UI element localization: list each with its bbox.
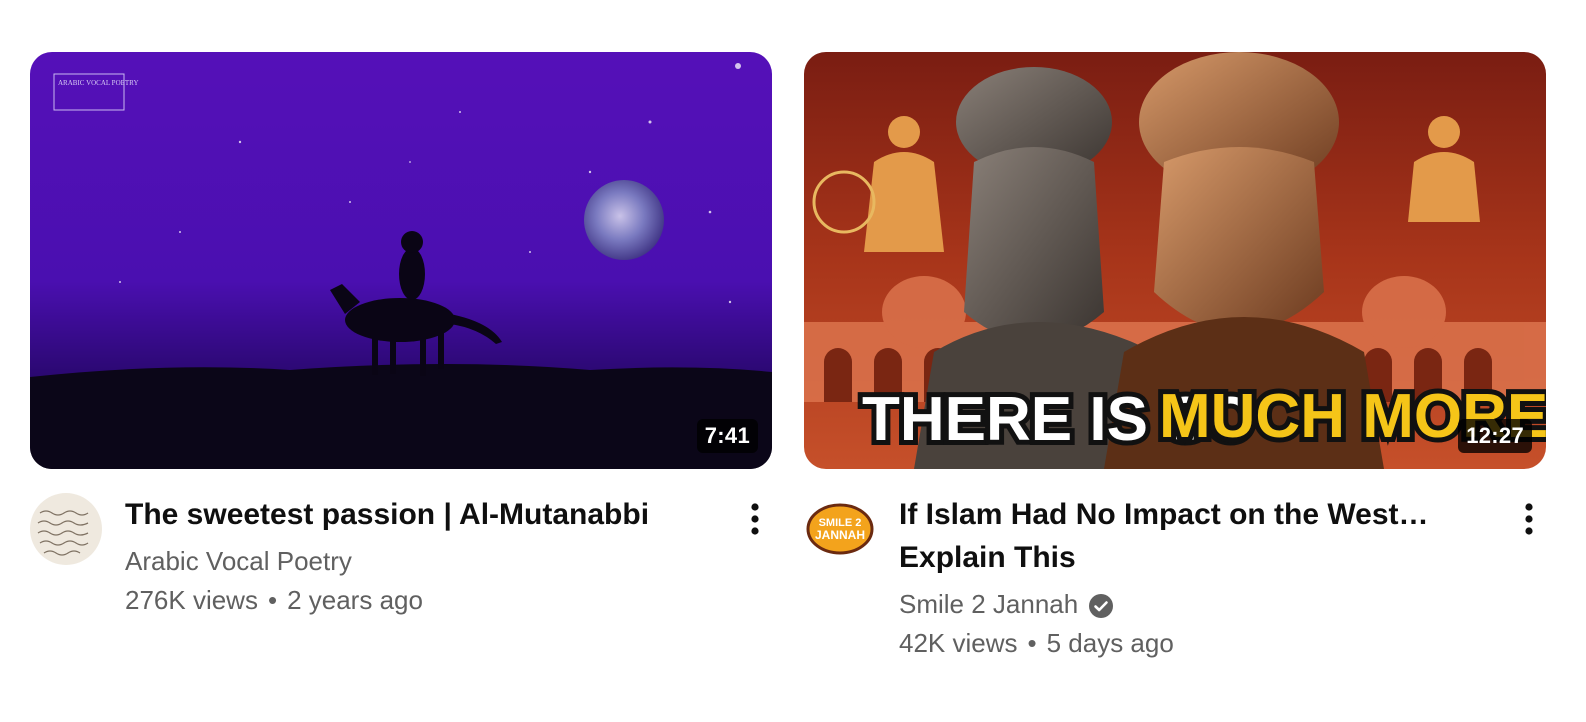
channel-name[interactable]: Smile 2 Jannah [899, 585, 1459, 623]
view-count: 42K views [899, 628, 1018, 658]
more-actions-button[interactable] [1512, 499, 1546, 539]
video-duration: 7:41 [696, 419, 758, 453]
channel-name[interactable]: Arabic Vocal Poetry [125, 542, 685, 580]
video-text: The sweetest passion | Al-Mutanabbi Arab… [125, 493, 685, 620]
svg-text:ARABIC VOCAL POETRY: ARABIC VOCAL POETRY [58, 79, 139, 87]
channel-name-label: Smile 2 Jannah [899, 589, 1079, 619]
video-details: SMILE 2 JANNAH If Islam Had No Impact on… [804, 493, 1546, 673]
smile2jannah-logo-icon: SMILE 2 JANNAH [804, 493, 876, 565]
video-details: The sweetest passion | Al-Mutanabbi Arab… [30, 493, 772, 673]
video-thumbnail[interactable]: THERE IS SO THERE IS SO MUCH MORE! MUCH … [804, 52, 1546, 469]
video-duration: 12:27 [1458, 419, 1532, 453]
verified-badge-icon [1088, 591, 1114, 618]
upload-age: 5 days ago [1046, 628, 1174, 658]
video-stats: 276K views • 2 years ago [125, 580, 685, 620]
video-card: THERE IS SO THERE IS SO MUCH MORE! MUCH … [804, 52, 1546, 673]
video-stats: 42K views • 5 days ago [899, 623, 1459, 663]
thumbnail-image-night-rider: ARABIC VOCAL POETRY [30, 52, 772, 469]
separator-dot: • [267, 585, 278, 615]
vertical-ellipsis-icon [751, 503, 759, 535]
more-actions-button[interactable] [738, 499, 772, 539]
channel-avatar[interactable]: SMILE 2 JANNAH [804, 493, 876, 565]
thumbnail-image-scholars: THERE IS SO THERE IS SO MUCH MORE! MUCH … [804, 52, 1546, 469]
view-count: 276K views [125, 585, 258, 615]
video-grid: ARABIC VOCAL POETRY 7:41 The sweetest pa… [0, 0, 1586, 722]
video-text: If Islam Had No Impact on the West… Expl… [899, 493, 1459, 663]
calligraphy-avatar-icon [30, 493, 102, 565]
svg-text:JANNAH: JANNAH [815, 528, 865, 542]
channel-name-label: Arabic Vocal Poetry [125, 546, 352, 576]
video-card: ARABIC VOCAL POETRY 7:41 The sweetest pa… [30, 52, 772, 673]
vertical-ellipsis-icon [1525, 503, 1533, 535]
upload-age: 2 years ago [287, 585, 423, 615]
video-thumbnail[interactable]: ARABIC VOCAL POETRY 7:41 [30, 52, 772, 469]
channel-avatar[interactable] [30, 493, 102, 565]
video-title[interactable]: The sweetest passion | Al-Mutanabbi [125, 493, 685, 536]
video-title[interactable]: If Islam Had No Impact on the West… Expl… [899, 493, 1459, 579]
separator-dot: • [1027, 628, 1037, 658]
